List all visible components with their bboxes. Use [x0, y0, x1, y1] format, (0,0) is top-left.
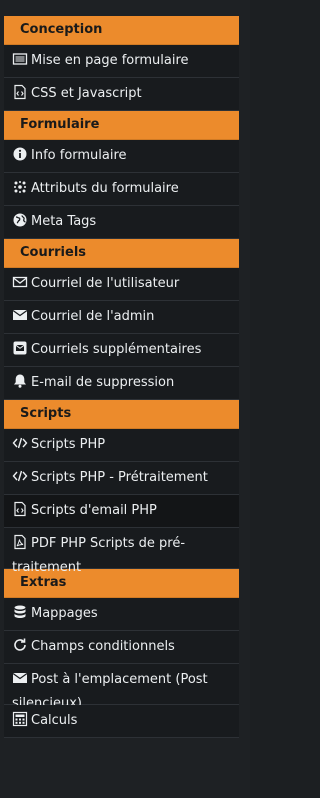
menu-item-mappages[interactable]: Mappages — [4, 598, 239, 631]
menu-item-scripts-php-pretraitement[interactable]: Scripts PHP - Prétraitement — [4, 462, 239, 495]
menu-item-champs-conditionnels[interactable]: Champs conditionnels — [4, 631, 239, 664]
layout-icon — [12, 51, 28, 67]
menu-item-label: Info formulaire — [31, 148, 127, 163]
menu-item-label: CSS et Javascript — [31, 86, 142, 101]
menu-item-info-formulaire[interactable]: Info formulaire — [4, 140, 239, 173]
settings-dots-icon — [12, 179, 28, 195]
section-header-courriels: Courriels — [4, 239, 239, 268]
menu-item-post-emplacement[interactable]: Post à l'emplacement (Post silencieux) — [4, 664, 239, 711]
code-file-icon — [12, 84, 28, 100]
envelope-outline-icon — [12, 274, 28, 290]
section-header-formulaire: Formulaire — [4, 111, 239, 140]
envelope-solid-icon — [12, 307, 28, 323]
code-icon — [12, 435, 28, 451]
menu-list: Conception Mise en page formulaire CSS e… — [4, 16, 239, 738]
menu-item-label: Calculs — [31, 713, 78, 728]
menu-item-label: Mise en page formulaire — [31, 53, 189, 68]
pdf-file-icon — [12, 534, 28, 550]
info-circle-icon — [12, 146, 28, 162]
menu-item-label: Scripts d'email PHP — [31, 503, 157, 518]
menu-item-label: E-mail de suppression — [31, 375, 175, 390]
envelope-square-icon — [12, 340, 28, 356]
menu-item-courriels-supplementaires[interactable]: Courriels supplémentaires — [4, 334, 239, 367]
menu-item-label: Courriel de l'utilisateur — [31, 276, 180, 291]
menu-item-courriel-admin[interactable]: Courriel de l'admin — [4, 301, 239, 334]
database-icon — [12, 604, 28, 620]
menu-item-pdf-php-scripts[interactable]: PDF PHP Scripts de pré-traitement — [4, 528, 239, 575]
menu-item-scripts-email-php[interactable]: Scripts d'email PHP — [4, 495, 239, 528]
menu-item-email-suppression[interactable]: E-mail de suppression — [4, 367, 239, 400]
code-icon — [12, 468, 28, 484]
menu-item-label: Scripts PHP — [31, 437, 106, 452]
section-header-scripts: Scripts — [4, 400, 239, 429]
menu-item-css-javascript[interactable]: CSS et Javascript — [4, 78, 239, 111]
refresh-icon — [12, 637, 28, 653]
calculator-icon — [12, 711, 28, 727]
menu-item-scripts-php[interactable]: Scripts PHP — [4, 429, 239, 462]
code-file-icon — [12, 501, 28, 517]
menu-item-label: Courriels supplémentaires — [31, 342, 202, 357]
section-header-conception: Conception — [4, 16, 239, 45]
bell-icon — [12, 373, 28, 389]
menu-item-label: Champs conditionnels — [31, 639, 175, 654]
menu-item-calculs[interactable]: Calculs — [4, 705, 239, 738]
menu-item-courriel-utilisateur[interactable]: Courriel de l'utilisateur — [4, 268, 239, 301]
menu-item-label: Attributs du formulaire — [31, 181, 179, 196]
menu-item-meta-tags[interactable]: Meta Tags — [4, 206, 239, 239]
menu-item-label: Scripts PHP - Prétraitement — [31, 470, 208, 485]
sidebar-menu: Conception Mise en page formulaire CSS e… — [0, 0, 250, 798]
menu-item-attributs[interactable]: Attributs du formulaire — [4, 173, 239, 206]
menu-item-label: Meta Tags — [31, 214, 97, 229]
menu-item-label: Courriel de l'admin — [31, 309, 155, 324]
globe-icon — [12, 212, 28, 228]
envelope-solid-icon — [12, 670, 28, 686]
menu-item-label: Mappages — [31, 606, 98, 621]
menu-item-mise-en-page[interactable]: Mise en page formulaire — [4, 45, 239, 78]
